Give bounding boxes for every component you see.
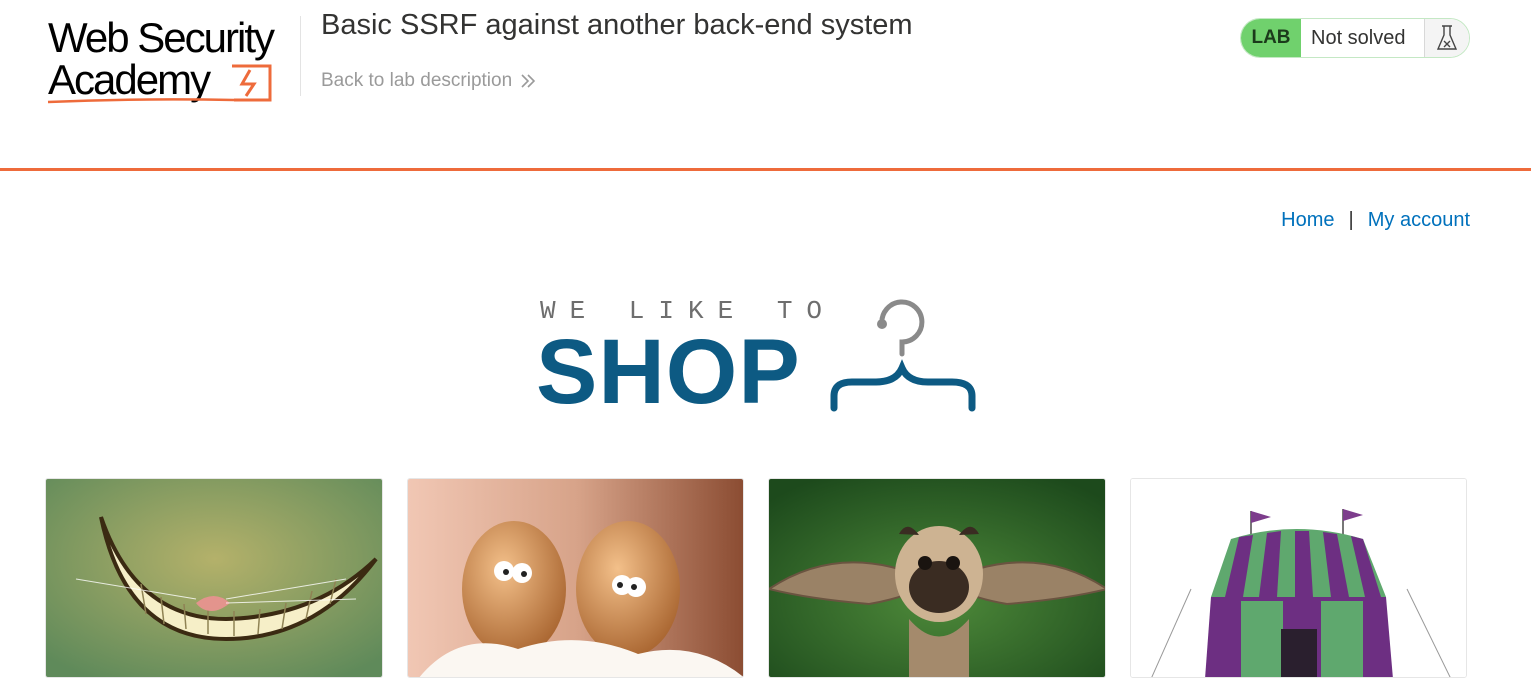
product-card[interactable] xyxy=(768,478,1106,678)
flask-icon xyxy=(1425,19,1469,57)
two-cartoon-eggs-image xyxy=(407,479,744,677)
double-chevron-right-icon xyxy=(521,74,536,88)
web-security-academy-logo[interactable]: Web Security Academy xyxy=(44,14,300,110)
banner-shop-word: SHOP xyxy=(536,321,801,423)
product-grid xyxy=(45,478,1467,678)
lab-title: Basic SSRF against another back-end syst… xyxy=(321,9,913,41)
lab-status-widget: LAB Not solved xyxy=(1240,18,1470,58)
home-link[interactable]: Home xyxy=(1281,209,1334,232)
product-card[interactable] xyxy=(45,478,383,678)
my-account-link[interactable]: My account xyxy=(1368,209,1470,232)
grinning-cat-smile-image xyxy=(46,479,382,677)
nav-separator: | xyxy=(1348,209,1354,231)
svg-text:Academy: Academy xyxy=(48,56,211,103)
lab-status-text: Not solved xyxy=(1301,19,1425,57)
back-link-label: Back to lab description xyxy=(321,70,513,91)
striped-circus-tent-image xyxy=(1130,479,1467,677)
flying-pug-with-wings-image xyxy=(769,479,1105,677)
academy-header: Web Security Academy Basic SSRF against … xyxy=(0,0,1531,171)
logo-divider xyxy=(300,16,301,96)
product-card[interactable] xyxy=(1129,478,1467,678)
shop-banner: WE LIKE TO SHOP xyxy=(536,296,982,423)
svg-text:Web Security: Web Security xyxy=(48,14,275,61)
lab-tag: LAB xyxy=(1241,19,1301,57)
top-links: Home | My account xyxy=(1281,209,1470,232)
hanger-icon xyxy=(830,299,976,412)
back-to-lab-description-link[interactable]: Back to lab description xyxy=(321,70,536,92)
product-card[interactable] xyxy=(406,478,744,678)
